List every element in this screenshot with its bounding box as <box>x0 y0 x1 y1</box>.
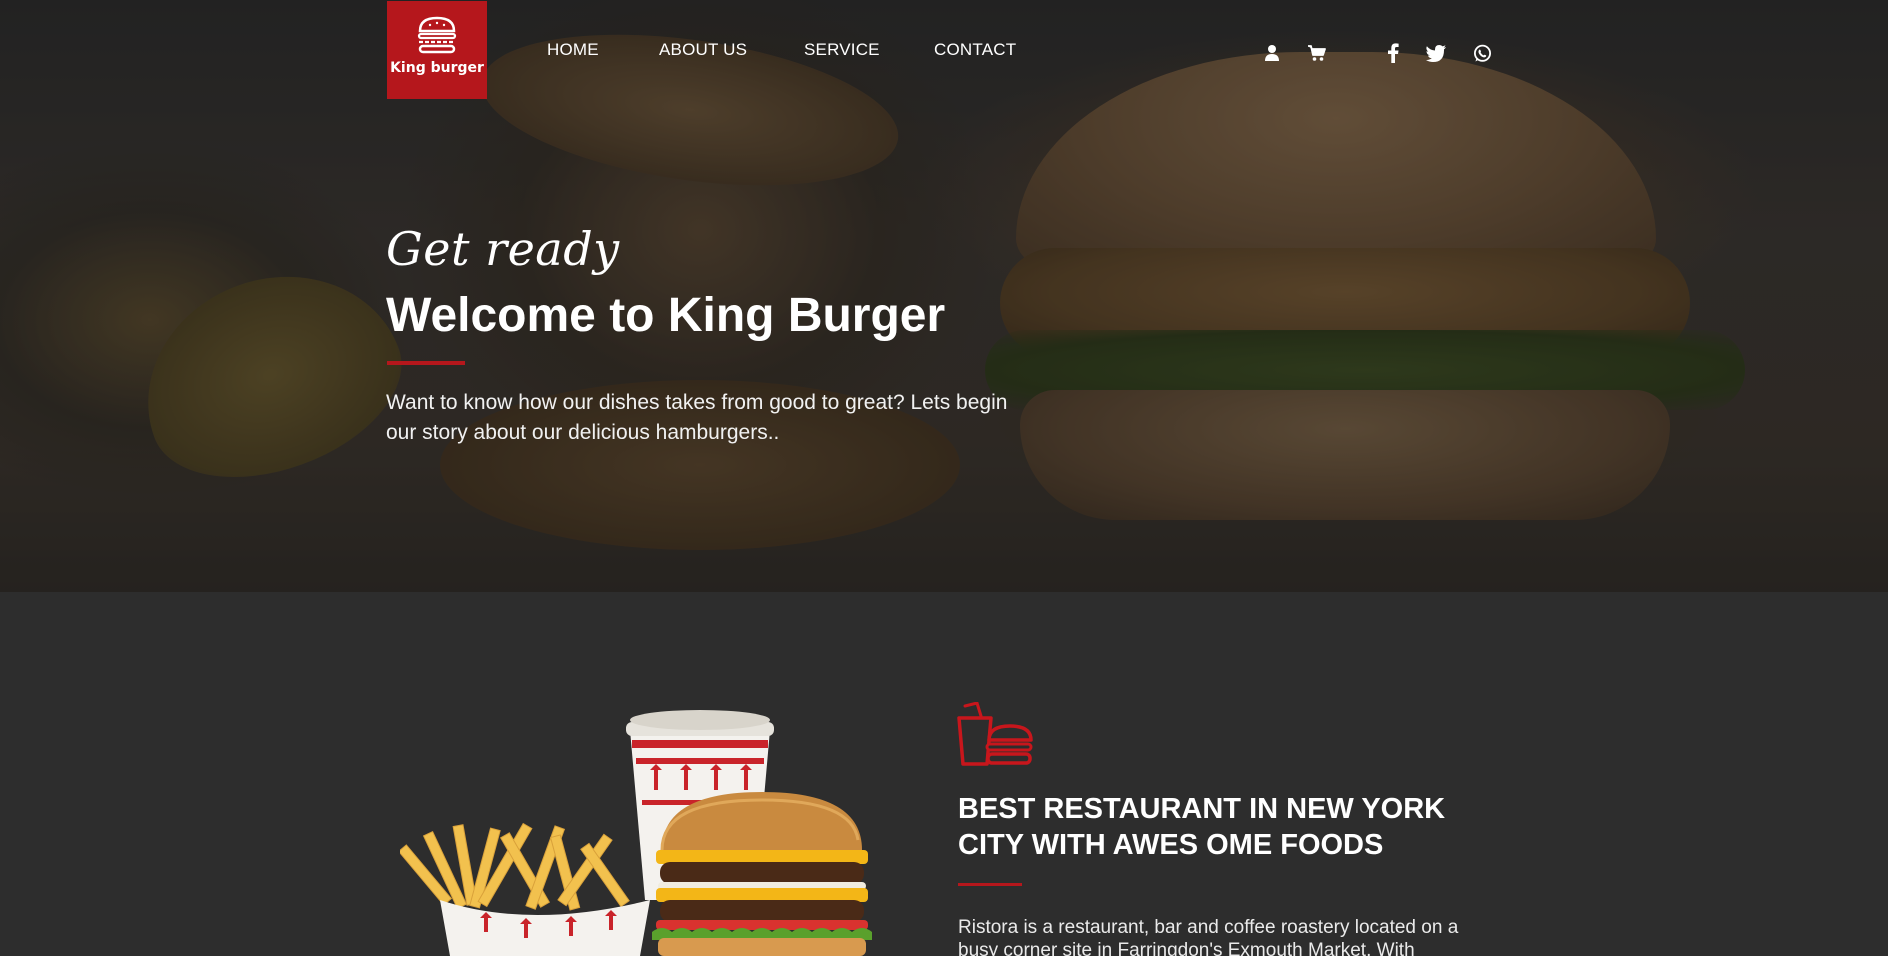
cart-icon[interactable] <box>1307 43 1327 63</box>
hero-section: King burger HOME ABOUT US SERVICE CONTAC… <box>0 0 1888 592</box>
about-section: BEST RESTAURANT IN NEW YORK CITY WITH AW… <box>0 592 1888 956</box>
hero-divider <box>387 361 465 365</box>
hero-kicker: Get ready <box>386 222 620 276</box>
burger-icon <box>417 16 457 54</box>
nav-about-us[interactable]: ABOUT US <box>659 40 747 60</box>
burger-drink-icon <box>957 702 1033 766</box>
brand-name: King burger <box>390 60 484 76</box>
about-title: BEST RESTAURANT IN NEW YORK CITY WITH AW… <box>958 793 1446 861</box>
twitter-icon[interactable] <box>1426 43 1446 63</box>
user-icon[interactable] <box>1262 43 1282 63</box>
nav-service[interactable]: SERVICE <box>804 40 880 60</box>
brand-logo[interactable]: King burger <box>387 1 487 99</box>
about-text: Ristora is a restaurant, bar and coffee … <box>958 917 1459 956</box>
whatsapp-icon[interactable] <box>1472 43 1492 63</box>
nav-contact[interactable]: CONTACT <box>934 40 1016 60</box>
about-divider <box>958 883 1022 886</box>
hero-title: Welcome to King Burger <box>386 289 946 342</box>
facebook-icon[interactable] <box>1383 43 1403 63</box>
burger-meal-image <box>400 710 872 956</box>
nav-home[interactable]: HOME <box>547 40 599 60</box>
hero-description: Want to know how our dishes takes from g… <box>386 391 1008 444</box>
